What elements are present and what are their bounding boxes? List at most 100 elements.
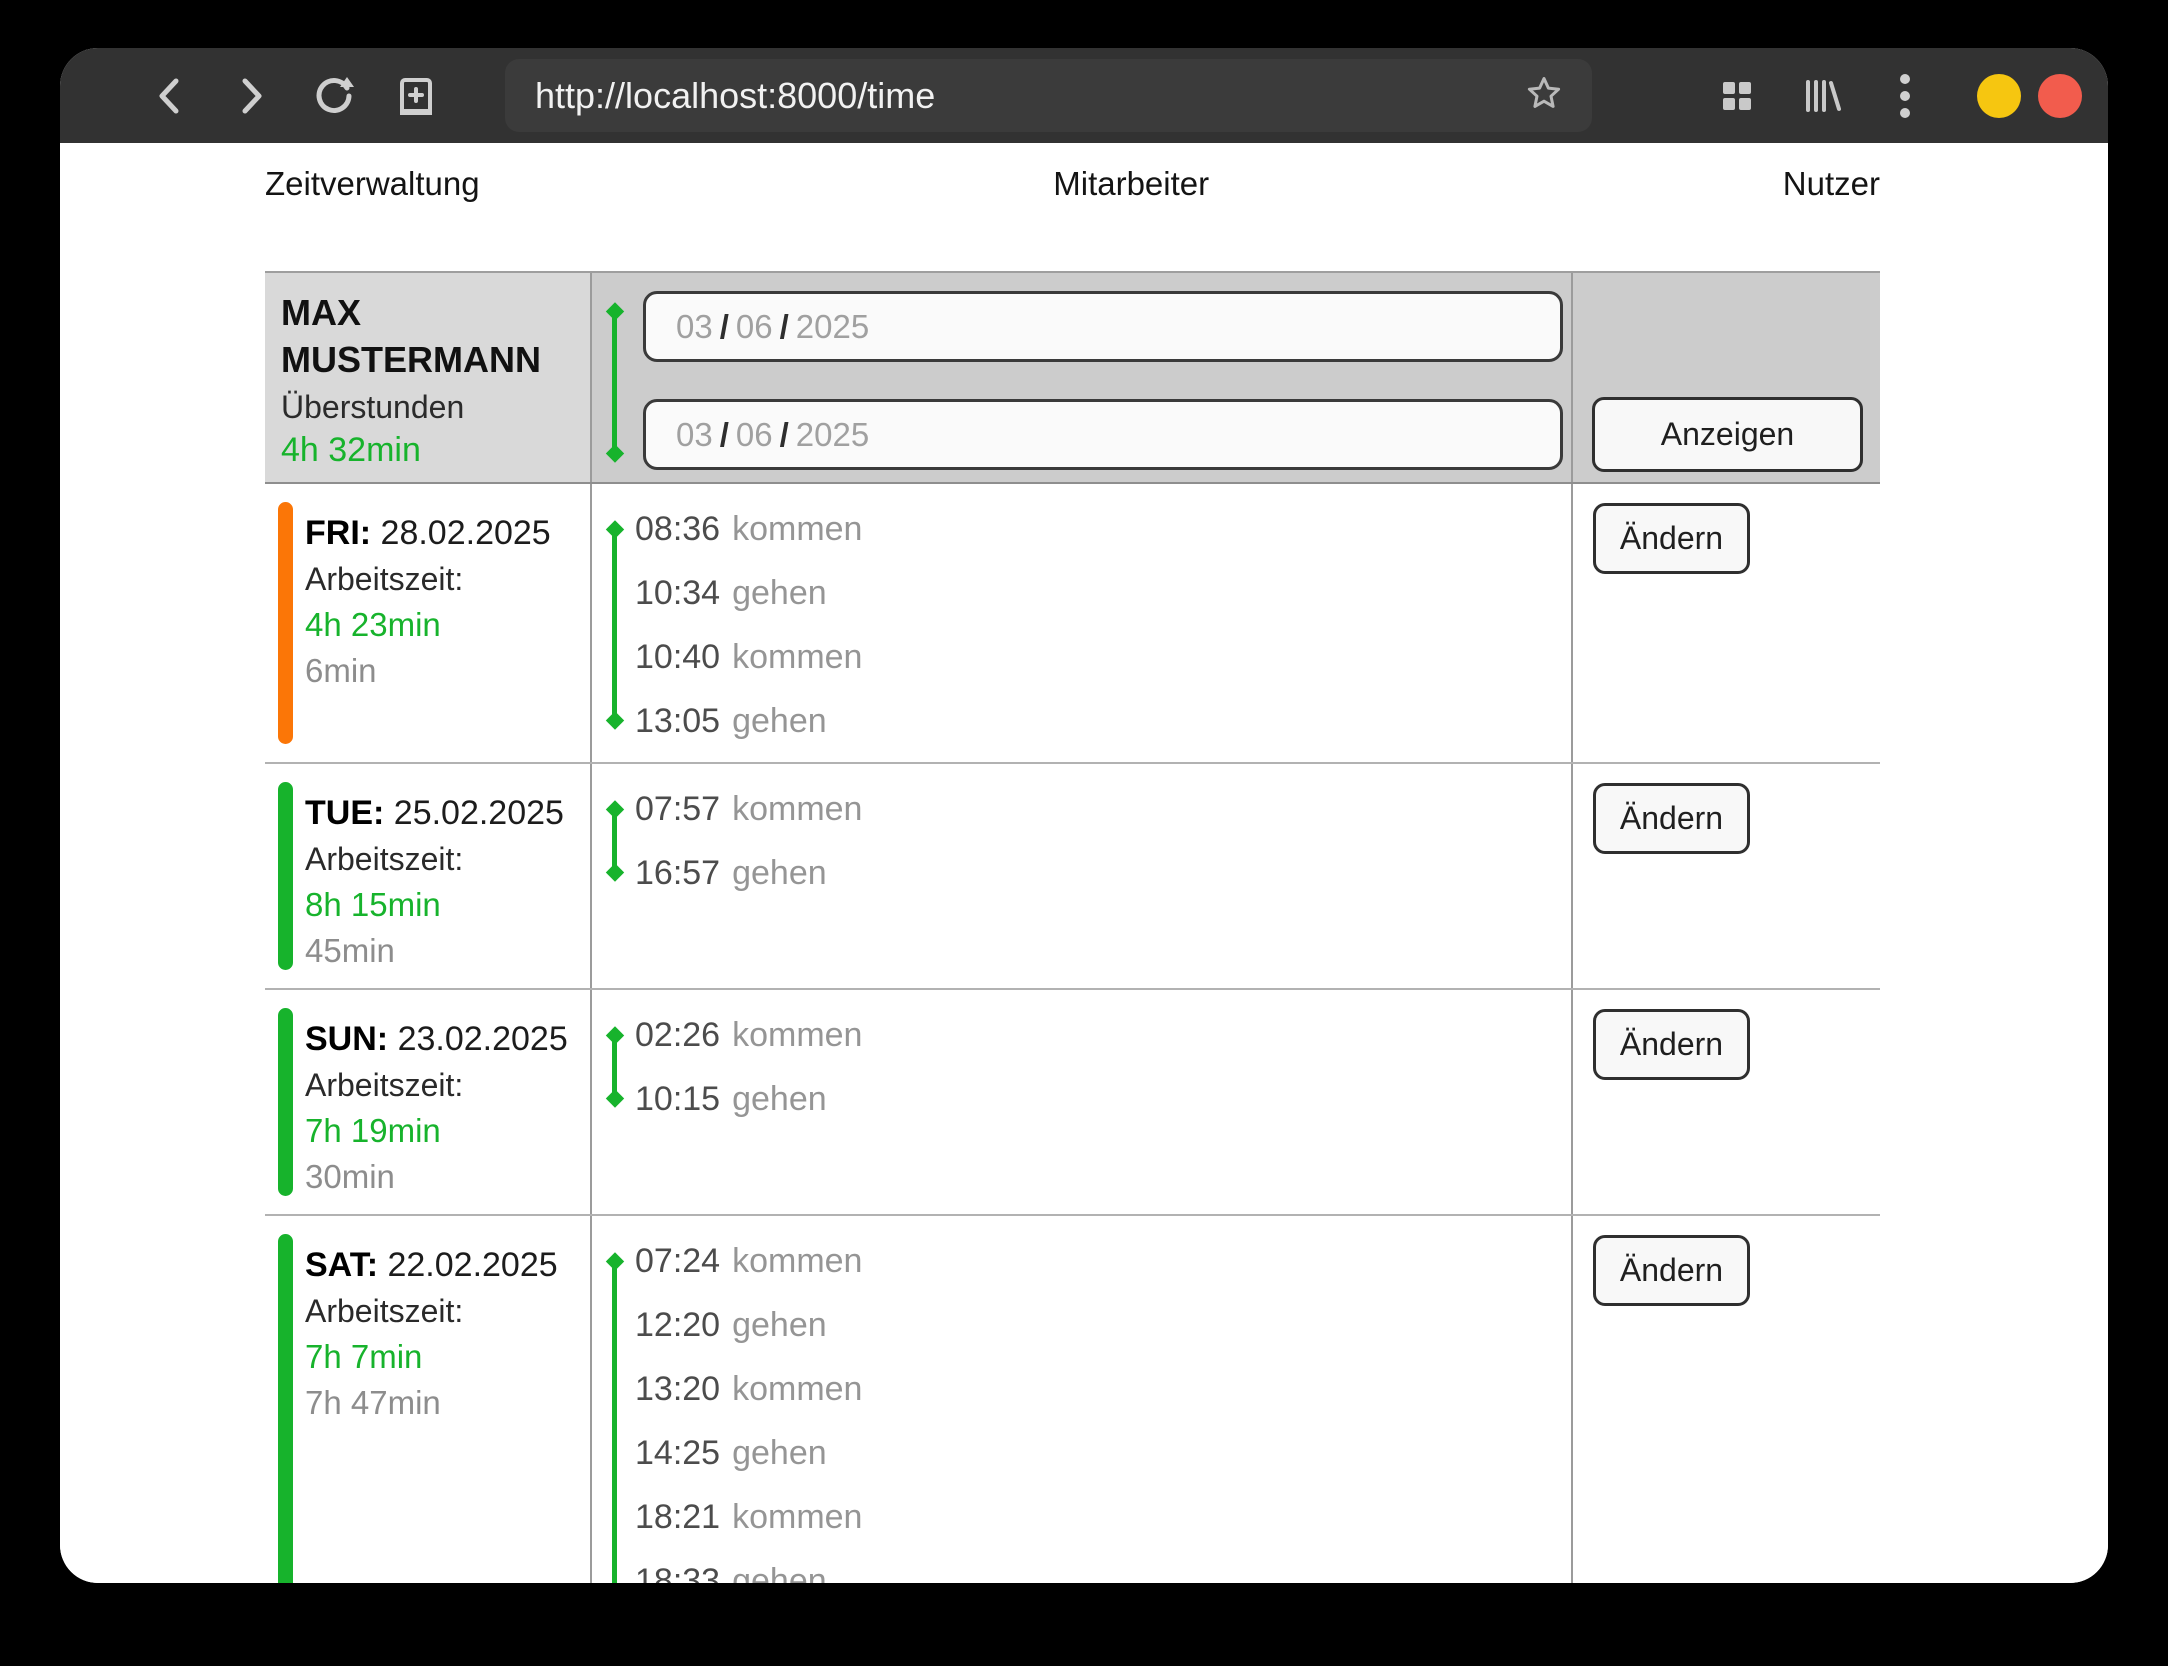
app-navbar: Zeitverwaltung Mitarbeiter Nutzer [265, 143, 1880, 224]
date-from-year[interactable]: 2025 [796, 308, 869, 346]
entry-type: gehen [732, 1562, 827, 1584]
entry-time: 07:24 [635, 1242, 720, 1281]
time-entries: 07:24kommen12:20gehen13:20kommen14:25geh… [592, 1216, 1571, 1583]
browser-toolbar: http://localhost:8000/time [60, 48, 2108, 143]
minimize-icon[interactable] [1977, 74, 2021, 118]
day-rows-container: FRI: 28.02.2025 Arbeitszeit: 4h 23min 6m… [265, 484, 1880, 1583]
bookmark-star-icon[interactable] [1524, 73, 1564, 118]
entry-type: kommen [732, 1498, 862, 1537]
day-date: TUE: 25.02.2025 [305, 790, 584, 836]
time-entry: 18:21 kommen [635, 1485, 1571, 1549]
back-icon[interactable] [146, 48, 192, 143]
day-row: SAT: 22.02.2025 Arbeitszeit: 7h 7min 7h … [265, 1216, 1880, 1583]
date-to-input[interactable]: 03/06/2025 [643, 399, 1563, 470]
time-entry: 10:15 gehen [635, 1067, 1571, 1131]
menu-kebab-icon[interactable] [1882, 48, 1928, 143]
entry-type: kommen [732, 1016, 862, 1055]
aendern-button[interactable]: Ändern [1593, 503, 1750, 574]
url-text[interactable]: http://localhost:8000/time [535, 75, 935, 117]
time-entries: 08:36 kommen 10:34 gehen 10:40 kommen 13:05geh… [592, 484, 1571, 762]
entry-type: kommen [732, 638, 862, 677]
entry-time: 10:40 [635, 638, 720, 677]
entry-time: 08:36 [635, 510, 720, 549]
pause-value: 6min [305, 648, 584, 694]
aendern-button[interactable]: Ändern [1593, 1009, 1750, 1080]
time-entry: 12:20 gehen [635, 1293, 1571, 1357]
entry-time: 14:25 [635, 1434, 720, 1473]
entry-time: 16:57 [635, 854, 720, 893]
entry-type: gehen [732, 702, 827, 741]
entry-time: 10:34 [635, 574, 720, 613]
worktime-value: 7h 19min [305, 1108, 584, 1154]
time-entry: 07:57kommen [635, 777, 1571, 841]
web-page: Zeitverwaltung Mitarbeiter Nutzer MAX MU… [60, 143, 2108, 1583]
pause-value: 30min [305, 1154, 584, 1200]
day-status-bar [278, 1008, 293, 1196]
time-entry: 02:26 kommen [635, 1003, 1571, 1067]
day-timeline [612, 809, 617, 873]
entry-type: kommen [732, 1370, 862, 1409]
time-entry: 13:20 kommen [635, 1357, 1571, 1421]
overtime-label: Überstunden [281, 385, 590, 429]
worktime-value: 8h 15min [305, 882, 584, 928]
day-date: FRI: 28.02.2025 [305, 510, 584, 556]
pause-value: 45min [305, 928, 584, 974]
close-icon[interactable] [2038, 74, 2082, 118]
date-from-day[interactable]: 06 [736, 308, 773, 346]
date-to-day[interactable]: 06 [736, 416, 773, 454]
day-date: SAT: 22.02.2025 [305, 1242, 584, 1288]
date-to-month[interactable]: 03 [676, 416, 713, 454]
entry-type: gehen [732, 1306, 827, 1345]
date-to-year[interactable]: 2025 [796, 416, 869, 454]
time-entry: 13:05gehen [635, 689, 1571, 753]
time-entry: 10:34 gehen [635, 561, 1571, 625]
forward-icon[interactable] [229, 48, 275, 143]
entry-type: gehen [732, 574, 827, 613]
worktime-label: Arbeitszeit: [305, 1062, 584, 1108]
entry-time: 12:20 [635, 1306, 720, 1345]
nav-mitarbeiter[interactable]: Mitarbeiter [1053, 165, 1209, 203]
time-entry: 07:24kommen [635, 1229, 1571, 1293]
entry-time: 10:15 [635, 1080, 720, 1119]
employee-name: MAX MUSTERMANN [281, 289, 581, 383]
time-entry: 18:33gehen [635, 1549, 1571, 1583]
browser-window: http://localhost:8000/time [60, 48, 2108, 1583]
date-from-input[interactable]: 03/06/2025 [643, 291, 1563, 362]
screen-background: http://localhost:8000/time [0, 0, 2168, 1666]
entry-time: 18:21 [635, 1498, 720, 1537]
new-tab-icon[interactable] [390, 48, 442, 143]
day-status-bar [278, 502, 293, 744]
time-entry: 08:36 kommen [635, 497, 1571, 561]
entry-time: 13:20 [635, 1370, 720, 1409]
worktime-value: 7h 7min [305, 1334, 584, 1380]
worktime-value: 4h 23min [305, 602, 584, 648]
day-row: FRI: 28.02.2025 Arbeitszeit: 4h 23min 6m… [265, 484, 1880, 764]
entry-time: 02:26 [635, 1016, 720, 1055]
nav-nutzer[interactable]: Nutzer [1783, 165, 1880, 203]
worktime-label: Arbeitszeit: [305, 836, 584, 882]
day-timeline [612, 529, 617, 721]
time-entries: 07:57kommen16:57gehen [592, 764, 1571, 914]
entry-type: gehen [732, 1080, 827, 1119]
entry-time: 07:57 [635, 790, 720, 829]
time-entries: 02:26 kommen 10:15 gehen [592, 990, 1571, 1140]
aendern-button[interactable]: Ändern [1593, 1235, 1750, 1306]
anzeigen-button[interactable]: Anzeigen [1592, 397, 1863, 472]
nav-zeitverwaltung[interactable]: Zeitverwaltung [265, 165, 480, 203]
summary-row: MAX MUSTERMANN Überstunden 4h 32min 03/0… [265, 271, 1880, 484]
date-from-month[interactable]: 03 [676, 308, 713, 346]
day-row: TUE: 25.02.2025 Arbeitszeit: 8h 15min 45… [265, 764, 1880, 990]
worktime-label: Arbeitszeit: [305, 1288, 584, 1334]
entry-type: kommen [732, 510, 862, 549]
day-timeline [612, 1035, 617, 1099]
overtime-value: 4h 32min [281, 429, 590, 471]
time-entry: 14:25 gehen [635, 1421, 1571, 1485]
day-status-bar [278, 782, 293, 970]
aendern-button[interactable]: Ändern [1593, 783, 1750, 854]
reload-icon[interactable] [308, 48, 360, 143]
library-icon[interactable] [1796, 48, 1848, 143]
pause-value: 7h 47min [305, 1380, 584, 1426]
tab-overview-icon[interactable] [1711, 48, 1763, 143]
entry-type: gehen [732, 1434, 827, 1473]
url-bar[interactable]: http://localhost:8000/time [505, 59, 1592, 132]
